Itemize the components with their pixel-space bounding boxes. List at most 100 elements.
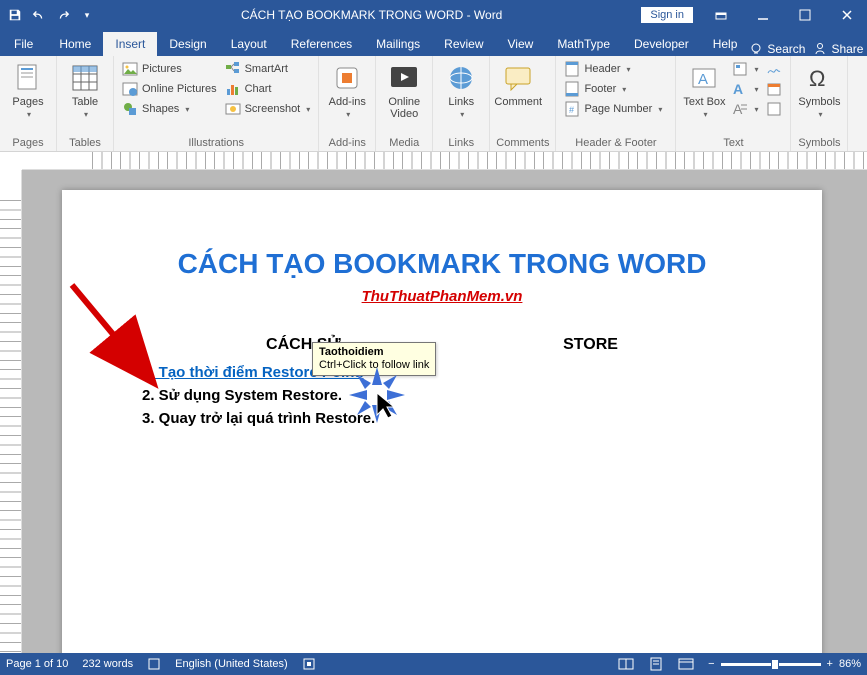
datetime-button[interactable] — [764, 80, 784, 98]
lightbulb-icon — [749, 42, 763, 56]
save-icon[interactable] — [6, 6, 24, 24]
tab-developer[interactable]: Developer — [622, 32, 701, 56]
group-pages: Pages Pages — [0, 56, 57, 151]
pages-icon — [12, 62, 44, 94]
online-pictures-icon — [122, 81, 138, 97]
comment-button[interactable]: Comment — [496, 58, 540, 108]
addins-icon — [331, 62, 363, 94]
links-button[interactable]: Links — [439, 58, 483, 119]
status-words[interactable]: 232 words — [82, 658, 133, 670]
header-button[interactable]: Header — [562, 60, 664, 78]
pictures-icon — [122, 61, 138, 77]
group-tables: Table Tables — [57, 56, 114, 151]
quickparts-icon — [732, 61, 748, 77]
textbox-icon: A — [688, 62, 720, 94]
tab-review[interactable]: Review — [432, 32, 495, 56]
signature-button[interactable] — [764, 60, 784, 78]
table-icon — [69, 62, 101, 94]
tooltip-name: Taothoidiem — [319, 346, 429, 359]
share-button[interactable]: Share — [813, 42, 863, 56]
tab-home[interactable]: Home — [47, 32, 103, 56]
view-print-icon[interactable] — [648, 657, 664, 671]
svg-text:A: A — [733, 81, 743, 97]
undo-icon[interactable] — [30, 6, 48, 24]
online-pictures-button[interactable]: Online Pictures — [120, 80, 219, 98]
status-spellcheck-icon[interactable] — [147, 657, 161, 671]
view-web-icon[interactable] — [678, 657, 694, 671]
status-macro-icon[interactable] — [302, 657, 316, 671]
svg-text:A: A — [698, 71, 708, 88]
status-language[interactable]: English (United States) — [175, 658, 288, 670]
pages-button[interactable]: Pages — [6, 58, 50, 119]
dropcap-button[interactable]: A — [730, 100, 760, 118]
ribbon-tabs: File Home Insert Design Layout Reference… — [0, 30, 867, 56]
footer-icon — [564, 81, 580, 97]
qat-customize-icon[interactable]: ▾ — [78, 6, 96, 24]
zoom-slider[interactable] — [721, 663, 821, 666]
sign-in-button[interactable]: Sign in — [641, 7, 693, 23]
cursor-highlight-icon — [342, 360, 412, 430]
chart-button[interactable]: Chart — [223, 80, 313, 98]
ribbon-display-icon[interactable] — [701, 0, 741, 30]
group-links: Links Links — [433, 56, 490, 151]
tab-mathtype[interactable]: MathType — [545, 32, 622, 56]
tab-layout[interactable]: Layout — [219, 32, 279, 56]
footer-button[interactable]: Footer — [562, 80, 664, 98]
object-button[interactable] — [764, 100, 784, 118]
table-button[interactable]: Table — [63, 58, 107, 119]
screenshot-icon — [225, 101, 241, 117]
online-video-icon — [388, 62, 420, 94]
dropcap-icon: A — [732, 101, 748, 117]
maximize-icon[interactable] — [785, 0, 825, 30]
addins-button[interactable]: Add-ins — [325, 58, 369, 119]
links-icon — [445, 62, 477, 94]
wordart-button[interactable]: A — [730, 80, 760, 98]
list-item-2: 2. Sử dụng System Restore. — [142, 387, 742, 404]
zoom-level[interactable]: 86% — [839, 658, 861, 670]
share-icon — [813, 42, 827, 56]
group-symbols: Ω Symbols Symbols — [791, 56, 848, 151]
list-item-3: 3. Quay trở lại quá trình Restore. — [142, 410, 742, 427]
group-comments: Comment Comments — [490, 56, 556, 151]
site-hyperlink[interactable]: ThuThuatPhanMem.vn — [362, 288, 523, 305]
zoom-out-icon[interactable]: − — [708, 658, 714, 670]
status-page[interactable]: Page 1 of 10 — [6, 658, 68, 670]
textbox-button[interactable]: A Text Box — [682, 58, 726, 119]
document-canvas[interactable]: CÁCH TẠO BOOKMARK TRONG WORD ThuThuatPha… — [22, 170, 867, 653]
document-area: CÁCH TẠO BOOKMARK TRONG WORD ThuThuatPha… — [0, 170, 867, 653]
close-icon[interactable] — [827, 0, 867, 30]
tab-file[interactable]: File — [0, 32, 47, 56]
minimize-icon[interactable] — [743, 0, 783, 30]
tab-mailings[interactable]: Mailings — [364, 32, 432, 56]
view-read-icon[interactable] — [618, 657, 634, 671]
quickparts-button[interactable] — [730, 60, 760, 78]
pictures-button[interactable]: Pictures — [120, 60, 219, 78]
screenshot-button[interactable]: Screenshot — [223, 100, 313, 118]
smartart-button[interactable]: SmartArt — [223, 60, 313, 78]
tell-me-search[interactable]: Search — [749, 42, 805, 56]
tab-help[interactable]: Help — [701, 32, 750, 56]
group-text: A Text Box A A Text — [676, 56, 791, 151]
annotation-arrow — [52, 270, 182, 400]
zoom-in-icon[interactable]: + — [827, 658, 833, 670]
wordart-icon: A — [732, 81, 748, 97]
tab-design[interactable]: Design — [157, 32, 218, 56]
page: CÁCH TẠO BOOKMARK TRONG WORD ThuThuatPha… — [62, 190, 822, 653]
redo-icon[interactable] — [54, 6, 72, 24]
horizontal-ruler[interactable] — [22, 152, 867, 170]
object-icon — [766, 101, 782, 117]
page-number-button[interactable]: #Page Number — [562, 100, 664, 118]
shapes-button[interactable]: Shapes — [120, 100, 219, 118]
tab-view[interactable]: View — [496, 32, 546, 56]
tab-insert[interactable]: Insert — [103, 32, 157, 56]
group-addins: Add-ins Add-ins — [319, 56, 376, 151]
status-bar: Page 1 of 10 232 words English (United S… — [0, 653, 867, 675]
online-video-button[interactable]: Online Video — [382, 58, 426, 120]
zoom-control: − + 86% — [708, 658, 861, 670]
page-number-icon: # — [564, 101, 580, 117]
list-item-1-hyperlink[interactable]: 1. Tạo thời điểm Restore Point. — [142, 364, 742, 381]
group-header-footer: Header Footer #Page Number Header & Foot… — [556, 56, 676, 151]
vertical-ruler[interactable] — [0, 170, 22, 653]
symbols-button[interactable]: Ω Symbols — [797, 58, 841, 119]
tab-references[interactable]: References — [279, 32, 364, 56]
